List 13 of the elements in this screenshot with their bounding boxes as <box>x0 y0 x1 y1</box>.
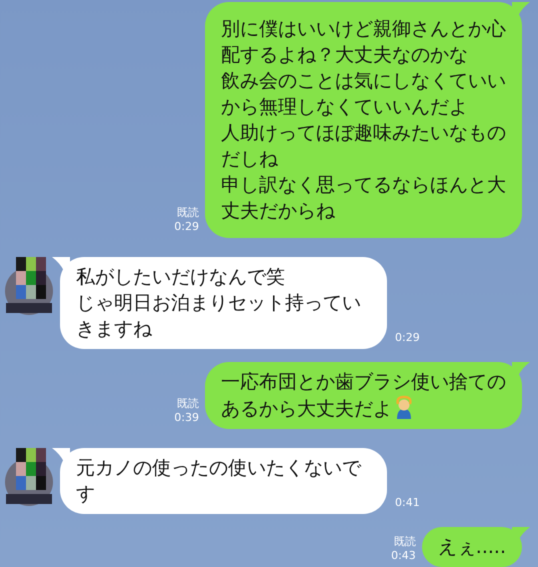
read-receipt: 既読 <box>394 535 416 549</box>
message-text: 私がしたいだけなんで笑 じゃ明日お泊まりセット持ってい きますね <box>76 266 361 340</box>
message-time: 0:41 <box>395 496 420 510</box>
message-text: えぇ..... <box>438 536 506 558</box>
message-time: 0:29 <box>395 331 420 345</box>
message-time: 0:43 <box>391 549 416 563</box>
read-receipt: 既読 <box>177 397 199 411</box>
message-time: 0:39 <box>174 411 199 425</box>
message-text: 一応布団とか歯ブラシ使い捨ての あるから大丈夫だよ <box>221 371 506 420</box>
message-text: 元カノの使ったの使いたくないで す <box>76 457 361 505</box>
message-text: 別に僕はいいけど親御さんとか心 配するよね？大丈夫なのかな 飲み会のことは気にしなくていい から無理しなくていいんだよ 人助けってほぼ趣味みたいなもの だしね 申し訳なく思ってるならほんと大 丈夫だからね <box>221 18 506 222</box>
read-receipt: 既読 <box>177 206 199 220</box>
message-time: 0:29 <box>174 220 199 234</box>
